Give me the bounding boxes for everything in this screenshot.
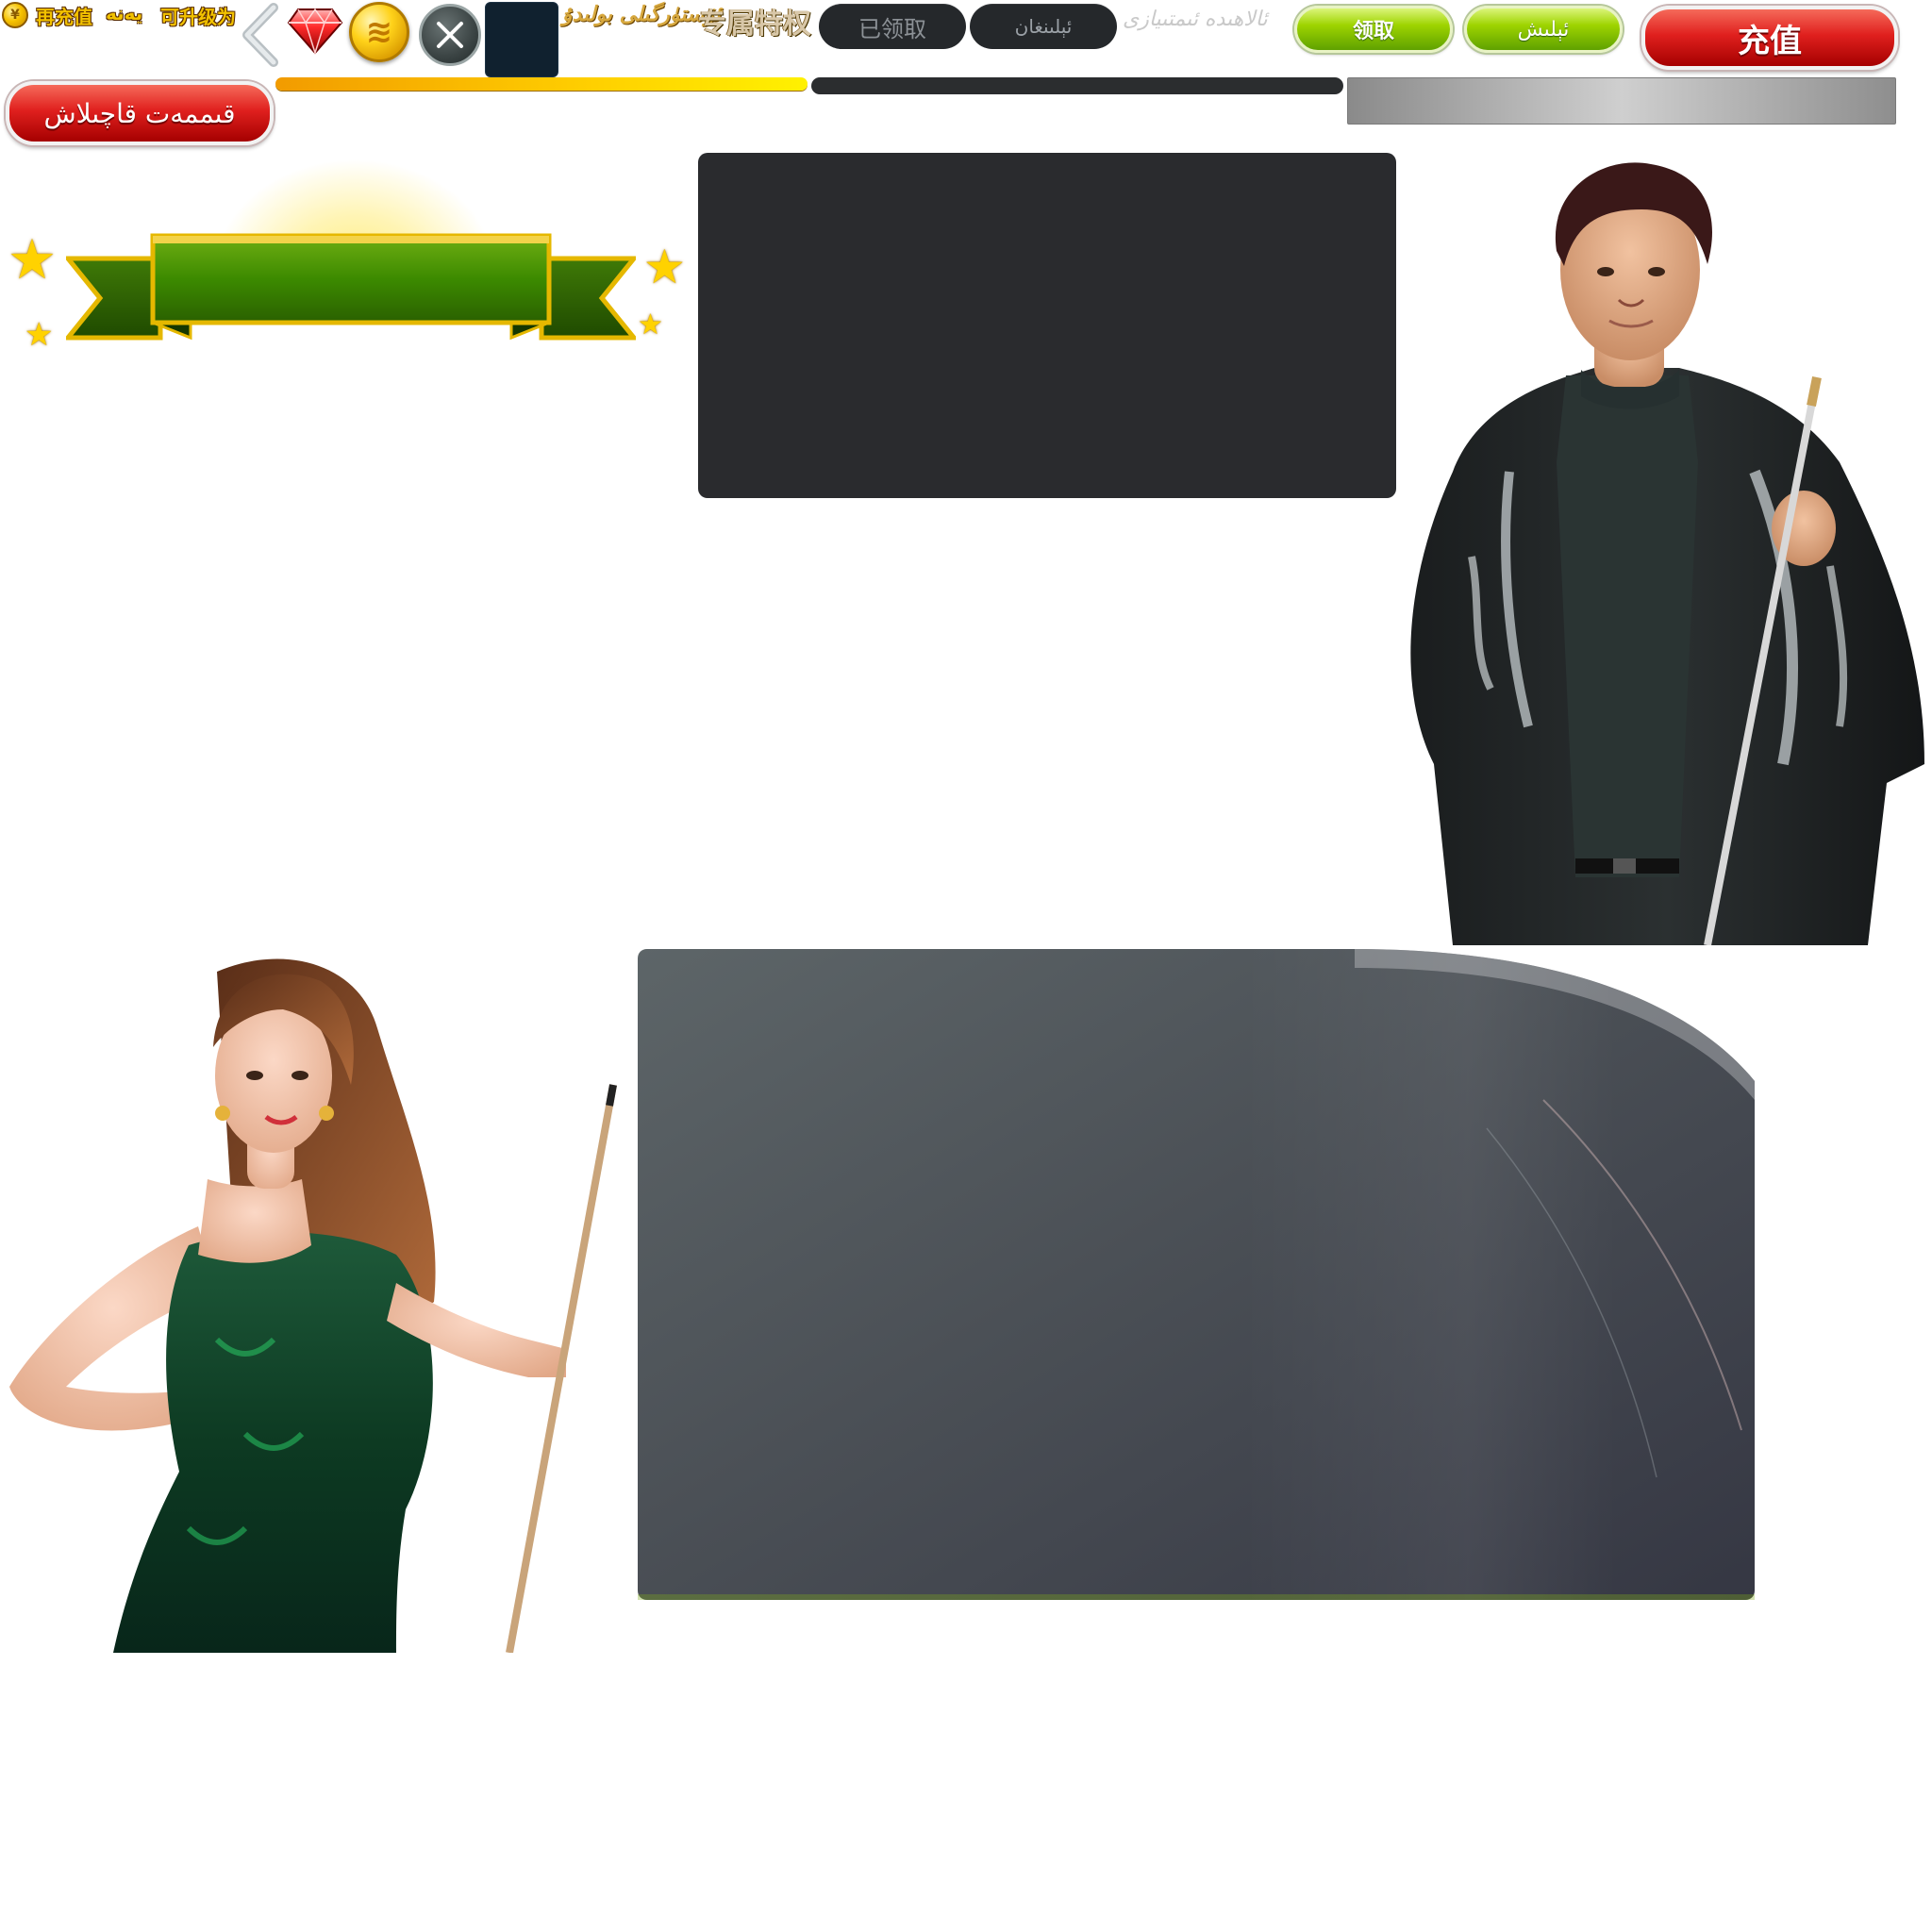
privileges-ug-label: ئالاھىدە ئىمتىيازى	[1123, 8, 1268, 31]
star-icon: ★	[643, 240, 686, 294]
recharge-again-label: 再充值	[36, 6, 92, 28]
content-panel	[638, 949, 1755, 1600]
close-button[interactable]	[419, 4, 481, 66]
recharge-button[interactable]: 充值	[1641, 6, 1898, 70]
star-icon: ★	[25, 316, 54, 354]
value-recharge-button[interactable]: قىممەت قاچىلاش	[6, 81, 274, 145]
close-icon	[437, 22, 463, 48]
female-character-illustration	[0, 943, 623, 1654]
progress-track-gray	[1347, 77, 1896, 125]
next-label-ug: يەنە	[106, 2, 143, 25]
chevron-left-icon[interactable]	[238, 2, 281, 68]
upgrade-to-label: 可升级为	[160, 6, 236, 28]
exclusive-privilege-ug-label: ئۆستۈرگىلى بولىدۇ	[562, 2, 721, 26]
ribbon-banner	[62, 232, 640, 345]
info-panel	[698, 153, 1396, 498]
exclusive-privilege-title: 专属特权	[698, 8, 811, 41]
claim-button-ug[interactable]: ئېلىش	[1464, 6, 1623, 53]
claimed-button-ug[interactable]: ئېلىنغان	[970, 4, 1117, 49]
star-icon: ★	[638, 308, 663, 341]
coin-icon: ¥	[2, 2, 28, 28]
progress-bar-primary	[275, 77, 808, 91]
star-icon: ★	[8, 227, 57, 291]
gem-icon	[287, 4, 343, 57]
male-character-illustration	[1396, 160, 1932, 946]
gold-coin-icon: ≋	[349, 2, 409, 62]
claim-button[interactable]: 领取	[1294, 6, 1453, 53]
claimed-button[interactable]: 已领取	[819, 4, 966, 49]
avatar-slot	[485, 2, 558, 77]
progress-bar-secondary	[811, 77, 1343, 94]
